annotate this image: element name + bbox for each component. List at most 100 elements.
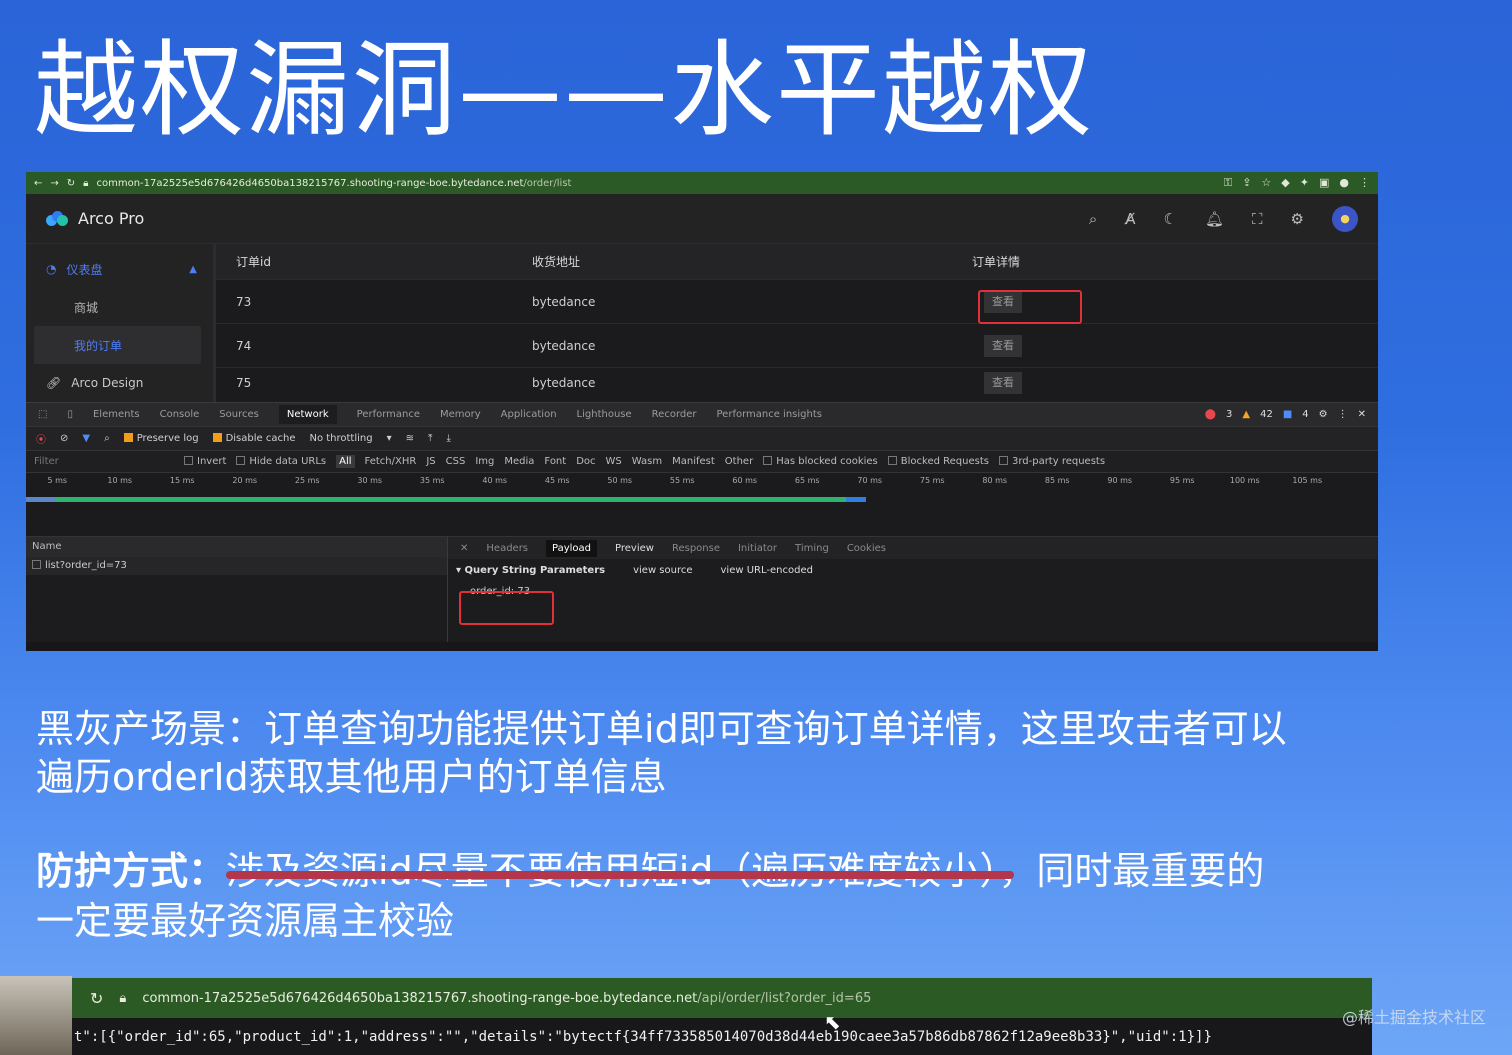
download-icon[interactable]: ⤓ — [446, 433, 450, 444]
network-timeline[interactable]: 5 ms 10 ms 15 ms 20 ms 25 ms 30 ms 35 ms… — [26, 472, 1378, 536]
warning-icon: ▲ — [1242, 409, 1251, 420]
reload-icon[interactable]: ↻ — [67, 178, 75, 189]
type-filter[interactable]: Wasm — [632, 456, 662, 467]
tab-application[interactable]: Application — [501, 409, 557, 420]
tick-label: 55 ms — [669, 475, 695, 485]
key-icon[interactable]: ⚿ — [1224, 176, 1232, 190]
view-order-button[interactable]: 查看 — [984, 334, 1022, 357]
sidebar-item-mall[interactable]: 商城 — [26, 288, 213, 326]
filter-input[interactable]: Filter — [34, 456, 174, 467]
order-id-cell: 75 — [236, 376, 252, 390]
tab-lighthouse[interactable]: Lighthouse — [577, 409, 632, 420]
type-filter[interactable]: Media — [504, 456, 534, 467]
back-icon[interactable]: ← — [34, 178, 42, 189]
tab-elements[interactable]: Elements — [93, 409, 140, 420]
type-filter[interactable]: Manifest — [672, 456, 715, 467]
settings-gear-icon[interactable]: ⚙ — [1291, 210, 1304, 228]
tick-label: 85 ms — [1044, 475, 1070, 485]
avatar[interactable]: ● — [1332, 205, 1358, 232]
share-icon[interactable]: ⇪ — [1242, 176, 1251, 190]
type-filter[interactable]: Img — [475, 456, 494, 467]
mouse-cursor-icon: ⬉ — [824, 1010, 841, 1034]
menu-icon[interactable]: ⋮ — [1359, 176, 1370, 190]
tick-label: 65 ms — [794, 475, 820, 485]
sidepanel-icon[interactable]: ▣ — [1319, 176, 1329, 190]
name-column-header[interactable]: Name — [26, 537, 447, 557]
inspect-icon[interactable]: ⬚ — [38, 409, 47, 420]
wifi-icon[interactable]: ≋ — [406, 433, 414, 444]
tick-label: 15 ms — [169, 475, 195, 485]
address-bar[interactable]: common-17a2525e5d676426d4650ba138215767.… — [97, 178, 1216, 189]
tick-label: 5 ms — [47, 475, 68, 485]
type-filter[interactable]: WS — [606, 456, 622, 467]
puzzle-icon[interactable]: ✦ — [1300, 176, 1309, 190]
throttling-select[interactable]: No throttling — [309, 433, 372, 444]
forward-icon[interactable]: → — [50, 178, 58, 189]
issue-counts[interactable]: ⬤ 3 ▲ 42 ■ 4 ⚙ ⋮ ✕ — [1205, 409, 1366, 420]
type-filter[interactable]: Font — [544, 456, 566, 467]
preserve-log-checkbox[interactable]: Preserve log — [123, 433, 199, 444]
request-row[interactable]: list?order_id=73 — [26, 557, 447, 575]
language-icon[interactable]: A̸ — [1125, 210, 1135, 228]
type-filter[interactable]: JS — [426, 456, 435, 467]
record-icon[interactable]: ⦿ — [36, 431, 46, 446]
address-cell: bytedance — [532, 294, 596, 309]
blocked-requests-checkbox[interactable]: Blocked Requests — [887, 456, 989, 467]
defense-line-2: 一定要最好资源属主校验 — [36, 899, 455, 943]
tick-label: 80 ms — [982, 475, 1008, 485]
type-filter-all[interactable]: All — [336, 455, 355, 468]
search-icon[interactable]: ⌕ — [1089, 210, 1097, 228]
app-body: ◔ 仪表盘 ▲ 商城 我的订单 🔗︎ Arco Design 订单id 收货地址… — [26, 244, 1378, 402]
close-icon[interactable]: ✕ — [1358, 409, 1366, 420]
tab-response[interactable]: Response — [672, 543, 720, 554]
type-filter[interactable]: CSS — [446, 456, 466, 467]
invert-checkbox[interactable]: Invert — [184, 456, 226, 467]
tick-label: 30 ms — [357, 475, 383, 485]
fullscreen-icon[interactable]: ⛶ — [1252, 210, 1263, 228]
type-filter[interactable]: Other — [725, 456, 753, 467]
view-url-encoded-link[interactable]: view URL-encoded — [721, 565, 813, 576]
request-detail-panel: ✕ Headers Payload Preview Response Initi… — [448, 537, 1378, 642]
reload-icon[interactable]: ↻ — [90, 989, 103, 1008]
third-party-checkbox[interactable]: 3rd-party requests — [998, 456, 1105, 467]
tab-payload[interactable]: Payload — [546, 539, 598, 557]
disable-cache-checkbox[interactable]: Disable cache — [212, 433, 295, 444]
tab-console[interactable]: Console — [160, 409, 200, 420]
tab-performance[interactable]: Performance — [357, 409, 420, 420]
query-string-title[interactable]: ▾ Query String Parameters — [456, 565, 605, 576]
notification-bell-icon[interactable]: 🔔︎ — [1205, 210, 1224, 228]
tab-sources[interactable]: Sources — [219, 409, 259, 420]
type-filter[interactable]: Fetch/XHR — [365, 456, 417, 467]
sidebar-item-arco-design[interactable]: 🔗︎ Arco Design — [26, 364, 213, 402]
sidebar-item-my-orders[interactable]: 我的订单 — [34, 326, 201, 364]
type-filter[interactable]: Doc — [576, 456, 595, 467]
view-order-button[interactable]: 查看 — [984, 372, 1022, 394]
device-toggle-icon[interactable]: ▯ — [67, 409, 73, 420]
tab-cookies[interactable]: Cookies — [847, 543, 886, 554]
blocked-cookies-checkbox[interactable]: Has blocked cookies — [763, 456, 878, 467]
tab-memory[interactable]: Memory — [440, 409, 481, 420]
upload-icon[interactable]: ⤒ — [428, 433, 432, 444]
tab-network[interactable]: Network — [278, 405, 337, 424]
hide-data-urls-checkbox[interactable]: Hide data URLs — [236, 456, 326, 467]
filter-icon[interactable]: ▼ — [82, 433, 90, 444]
clear-icon[interactable]: ⊘ — [60, 433, 68, 444]
screenshot-panel: ← → ↻ 🔒︎ common-17a2525e5d676426d4650ba1… — [26, 172, 1378, 651]
bottom-address-bar[interactable]: common-17a2525e5d676426d4650ba138215767.… — [142, 991, 871, 1006]
view-source-link[interactable]: view source — [633, 565, 692, 576]
star-icon[interactable]: ☆ — [1261, 176, 1271, 190]
settings-gear-icon[interactable]: ⚙ — [1319, 409, 1328, 420]
tab-preview[interactable]: Preview — [615, 543, 654, 554]
more-icon[interactable]: ⋮ — [1338, 409, 1348, 420]
search-icon[interactable]: ⌕ — [104, 433, 110, 444]
theme-moon-icon[interactable]: ☾ — [1164, 210, 1177, 228]
tab-recorder[interactable]: Recorder — [652, 409, 697, 420]
sidebar-group-dashboard[interactable]: ◔ 仪表盘 ▲ — [26, 250, 213, 288]
tab-headers[interactable]: Headers — [486, 543, 528, 554]
tab-initiator[interactable]: Initiator — [738, 543, 777, 554]
tab-performance-insights[interactable]: Performance insights — [717, 409, 822, 420]
extension-icon[interactable]: ◆ — [1281, 176, 1289, 190]
profile-icon[interactable]: ● — [1339, 176, 1349, 190]
tab-timing[interactable]: Timing — [795, 543, 829, 554]
close-icon[interactable]: ✕ — [460, 543, 468, 554]
